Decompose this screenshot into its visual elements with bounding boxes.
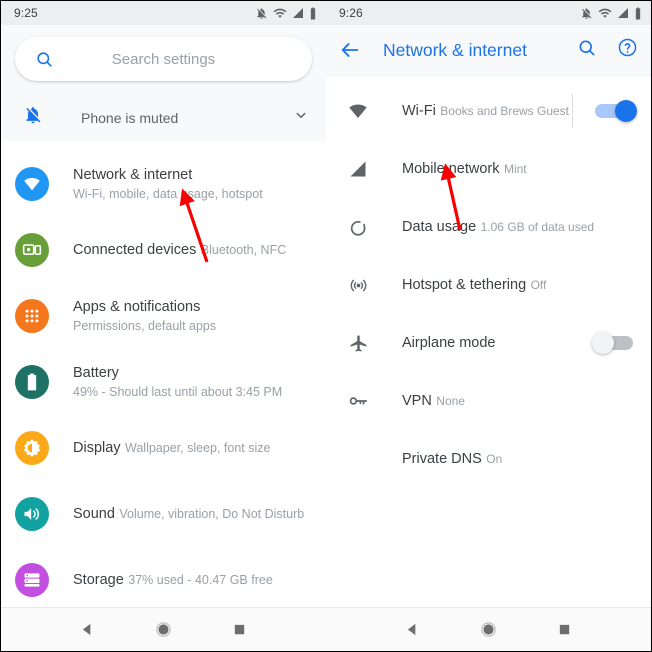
battery-icon: [310, 7, 316, 19]
network-item-title: VPN: [402, 392, 432, 409]
phone-muted-banner[interactable]: Phone is muted: [1, 94, 326, 142]
network-item-subtitle: Off: [530, 277, 547, 292]
network-item-title: Airplane mode: [402, 334, 496, 351]
status-time: 9:25: [14, 6, 38, 20]
settings-item-battery[interactable]: Battery 49% - Should last until about 3:…: [1, 349, 326, 415]
network-item-wifi[interactable]: Wi-Fi Books and Brews Guest: [326, 82, 651, 140]
connected-devices-icon: [15, 233, 49, 267]
right-nav-buttons: [326, 608, 651, 651]
back-triangle-icon[interactable]: [396, 614, 428, 646]
page-title: Network & internet: [383, 39, 527, 60]
home-circle-icon[interactable]: [147, 614, 179, 646]
right-pane-network-internet: 9:26 Network & internet Wi-Fi Books and …: [326, 1, 651, 651]
switch-divider: [572, 94, 573, 128]
search-area: Search settings: [1, 25, 326, 94]
vpn-key-icon: [344, 390, 372, 412]
left-pane-settings-home: 9:25 Search settings Phone is muted Netw…: [1, 1, 326, 651]
network-wifi-icon: [15, 167, 49, 201]
wifi-icon: [344, 100, 372, 122]
app-bar: Network & internet: [326, 25, 651, 76]
android-settings-screenshot: 9:25 Search settings Phone is muted Netw…: [0, 0, 652, 652]
network-item-title: Private DNS: [402, 450, 482, 467]
network-item-subtitle: None: [436, 393, 465, 408]
settings-item-title: Display: [73, 439, 121, 456]
settings-item-apps-notifications[interactable]: Apps & notifications Permissions, defaul…: [1, 283, 326, 349]
settings-item-subtitle: 37% used - 40.47 GB free: [128, 572, 273, 587]
network-item-title: Mobile network: [402, 160, 500, 177]
airplane-mode-toggle-switch[interactable]: [592, 332, 637, 354]
help-icon[interactable]: [617, 37, 638, 63]
search-settings-bar[interactable]: Search settings: [15, 37, 312, 81]
network-item-data-usage[interactable]: Data usage 1.06 GB of data used: [326, 198, 651, 256]
settings-item-title: Sound: [73, 505, 115, 522]
battery-full-icon: [15, 365, 49, 399]
right-status-bar: 9:26: [326, 1, 651, 25]
notifications-off-icon: [582, 7, 592, 19]
network-item-title: Wi-Fi: [402, 102, 436, 119]
network-settings-list: Wi-Fi Books and Brews Guest Mobile netwo…: [326, 76, 651, 488]
cellular-signal-icon: [293, 8, 303, 18]
search-icon[interactable]: [33, 48, 55, 70]
wifi-toggle-switch[interactable]: [592, 100, 637, 122]
network-item-mobile-network[interactable]: Mobile network Mint: [326, 140, 651, 198]
settings-item-subtitle: Volume, vibration, Do Not Disturb: [119, 506, 305, 521]
settings-item-network-internet[interactable]: Network & internet Wi-Fi, mobile, data u…: [1, 151, 326, 217]
notifications-off-icon: [257, 7, 267, 19]
hotspot-tethering-icon: [344, 275, 372, 296]
network-item-airplane-mode[interactable]: Airplane mode: [326, 314, 651, 372]
cellular-signal-icon: [344, 159, 372, 179]
wifi-icon: [598, 8, 612, 18]
bell-off-icon: [23, 105, 49, 130]
settings-item-title: Battery: [73, 364, 119, 381]
volume-up-icon: [15, 497, 49, 531]
status-icons: [255, 6, 317, 20]
home-circle-icon[interactable]: [472, 614, 504, 646]
network-item-subtitle: 1.06 GB of data used: [480, 219, 595, 234]
search-input[interactable]: Search settings: [55, 51, 294, 68]
brightness-icon: [15, 431, 49, 465]
cellular-signal-icon: [618, 8, 628, 18]
settings-item-subtitle: Bluetooth, NFC: [200, 242, 287, 257]
settings-item-storage[interactable]: Storage 37% used - 40.47 GB free: [1, 547, 326, 613]
settings-item-title: Network & internet: [73, 166, 193, 183]
data-usage-icon: [344, 217, 372, 238]
network-item-subtitle: Books and Brews Guest: [440, 103, 570, 118]
airplane-icon: [344, 333, 372, 354]
battery-icon: [635, 7, 641, 19]
left-status-bar: 9:25: [1, 1, 326, 25]
settings-item-display[interactable]: Display Wallpaper, sleep, font size: [1, 415, 326, 481]
back-triangle-icon[interactable]: [71, 614, 103, 646]
left-nav-buttons: [1, 608, 326, 651]
settings-item-subtitle: Permissions, default apps: [73, 318, 217, 333]
settings-item-title: Connected devices: [73, 241, 197, 258]
status-icons: [580, 6, 642, 20]
android-navigation-bar: [1, 607, 651, 651]
settings-list: Network & internet Wi-Fi, mobile, data u…: [1, 142, 326, 651]
network-item-subtitle: On: [486, 451, 503, 466]
back-arrow-icon[interactable]: [339, 39, 375, 61]
settings-item-title: Storage: [73, 571, 124, 588]
settings-item-title: Apps & notifications: [73, 298, 201, 315]
network-item-subtitle: Mint: [503, 161, 527, 176]
chevron-down-icon[interactable]: [292, 106, 310, 129]
recents-square-icon[interactable]: [224, 614, 256, 646]
settings-item-connected-devices[interactable]: Connected devices Bluetooth, NFC: [1, 217, 326, 283]
settings-item-subtitle: 49% - Should last until about 3:45 PM: [73, 384, 283, 399]
recents-square-icon[interactable]: [549, 614, 581, 646]
network-item-title: Data usage: [402, 218, 477, 235]
storage-icon: [15, 563, 49, 597]
status-time: 9:26: [339, 6, 363, 20]
network-item-hotspot-tethering[interactable]: Hotspot & tethering Off: [326, 256, 651, 314]
network-item-private-dns[interactable]: Private DNS On: [326, 430, 651, 488]
settings-item-subtitle: Wallpaper, sleep, font size: [125, 440, 271, 455]
search-icon[interactable]: [577, 38, 597, 63]
wifi-icon: [273, 8, 287, 18]
settings-item-sound[interactable]: Sound Volume, vibration, Do Not Disturb: [1, 481, 326, 547]
phone-muted-label: Phone is muted: [81, 109, 179, 126]
network-item-title: Hotspot & tethering: [402, 276, 527, 293]
settings-item-subtitle: Wi-Fi, mobile, data usage, hotspot: [73, 186, 263, 201]
apps-grid-icon: [15, 299, 49, 333]
network-item-vpn[interactable]: VPN None: [326, 372, 651, 430]
